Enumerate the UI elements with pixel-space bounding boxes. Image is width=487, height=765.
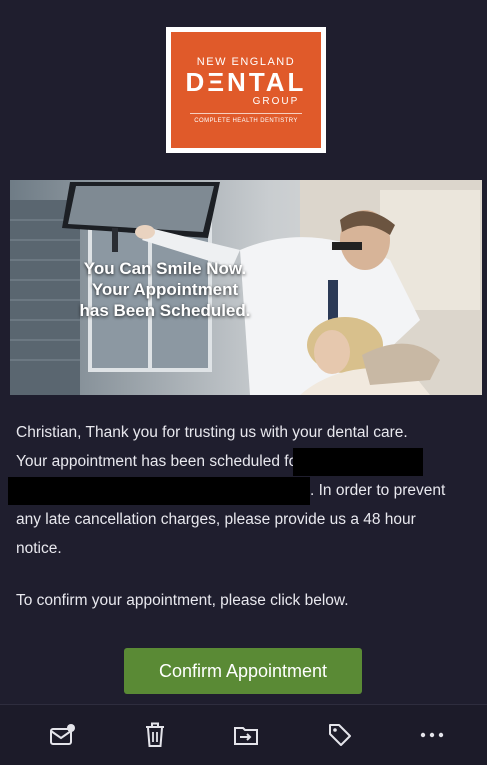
message-line-4: any late cancellation charges, please pr…: [16, 511, 416, 528]
move-to-folder-icon[interactable]: [232, 721, 260, 749]
hero-image: You Can Smile Now. Your Appointment has …: [10, 180, 482, 395]
hero-line-2: Your Appointment: [91, 280, 239, 299]
hero-line-1: You Can Smile Now.: [83, 259, 247, 278]
message-body: Christian, Thank you for trusting us wit…: [8, 418, 476, 563]
mark-unread-icon[interactable]: [48, 721, 76, 749]
redaction-block: [8, 476, 310, 505]
logo-badge: NEW ENGLAND DΞNTAL GROUP COMPLETE HEALTH…: [171, 32, 321, 148]
message-line-2: Your appointment has been scheduled fo: [16, 447, 476, 476]
redaction-block: [293, 447, 424, 476]
logo-tagline: COMPLETE HEALTH DENTISTRY: [194, 118, 298, 124]
hero-headline: You Can Smile Now. Your Appointment has …: [30, 258, 300, 321]
logo-divider: [190, 113, 302, 114]
logo-line-3: GROUP: [252, 96, 300, 107]
tag-icon[interactable]: [326, 721, 354, 749]
message-line-5: notice.: [16, 540, 62, 557]
message-line-3: . In order to prevent: [8, 476, 476, 505]
logo-line-2: DΞNTAL: [185, 67, 307, 97]
mail-toolbar: [0, 704, 487, 765]
confirm-appointment-button[interactable]: Confirm Appointment: [124, 648, 362, 694]
message-line-3-text: . In order to prevent: [310, 482, 446, 499]
brand-logo: NEW ENGLAND DΞNTAL GROUP COMPLETE HEALTH…: [166, 27, 326, 153]
hero-line-3: has Been Scheduled.: [79, 301, 251, 320]
trash-icon[interactable]: [141, 721, 169, 749]
message-line-1: Christian, Thank you for trusting us wit…: [16, 424, 408, 441]
message-line-2-text: Your appointment has been scheduled fo: [16, 453, 298, 470]
confirm-prompt: To confirm your appointment, please clic…: [16, 592, 349, 609]
more-icon[interactable]: [418, 721, 446, 749]
